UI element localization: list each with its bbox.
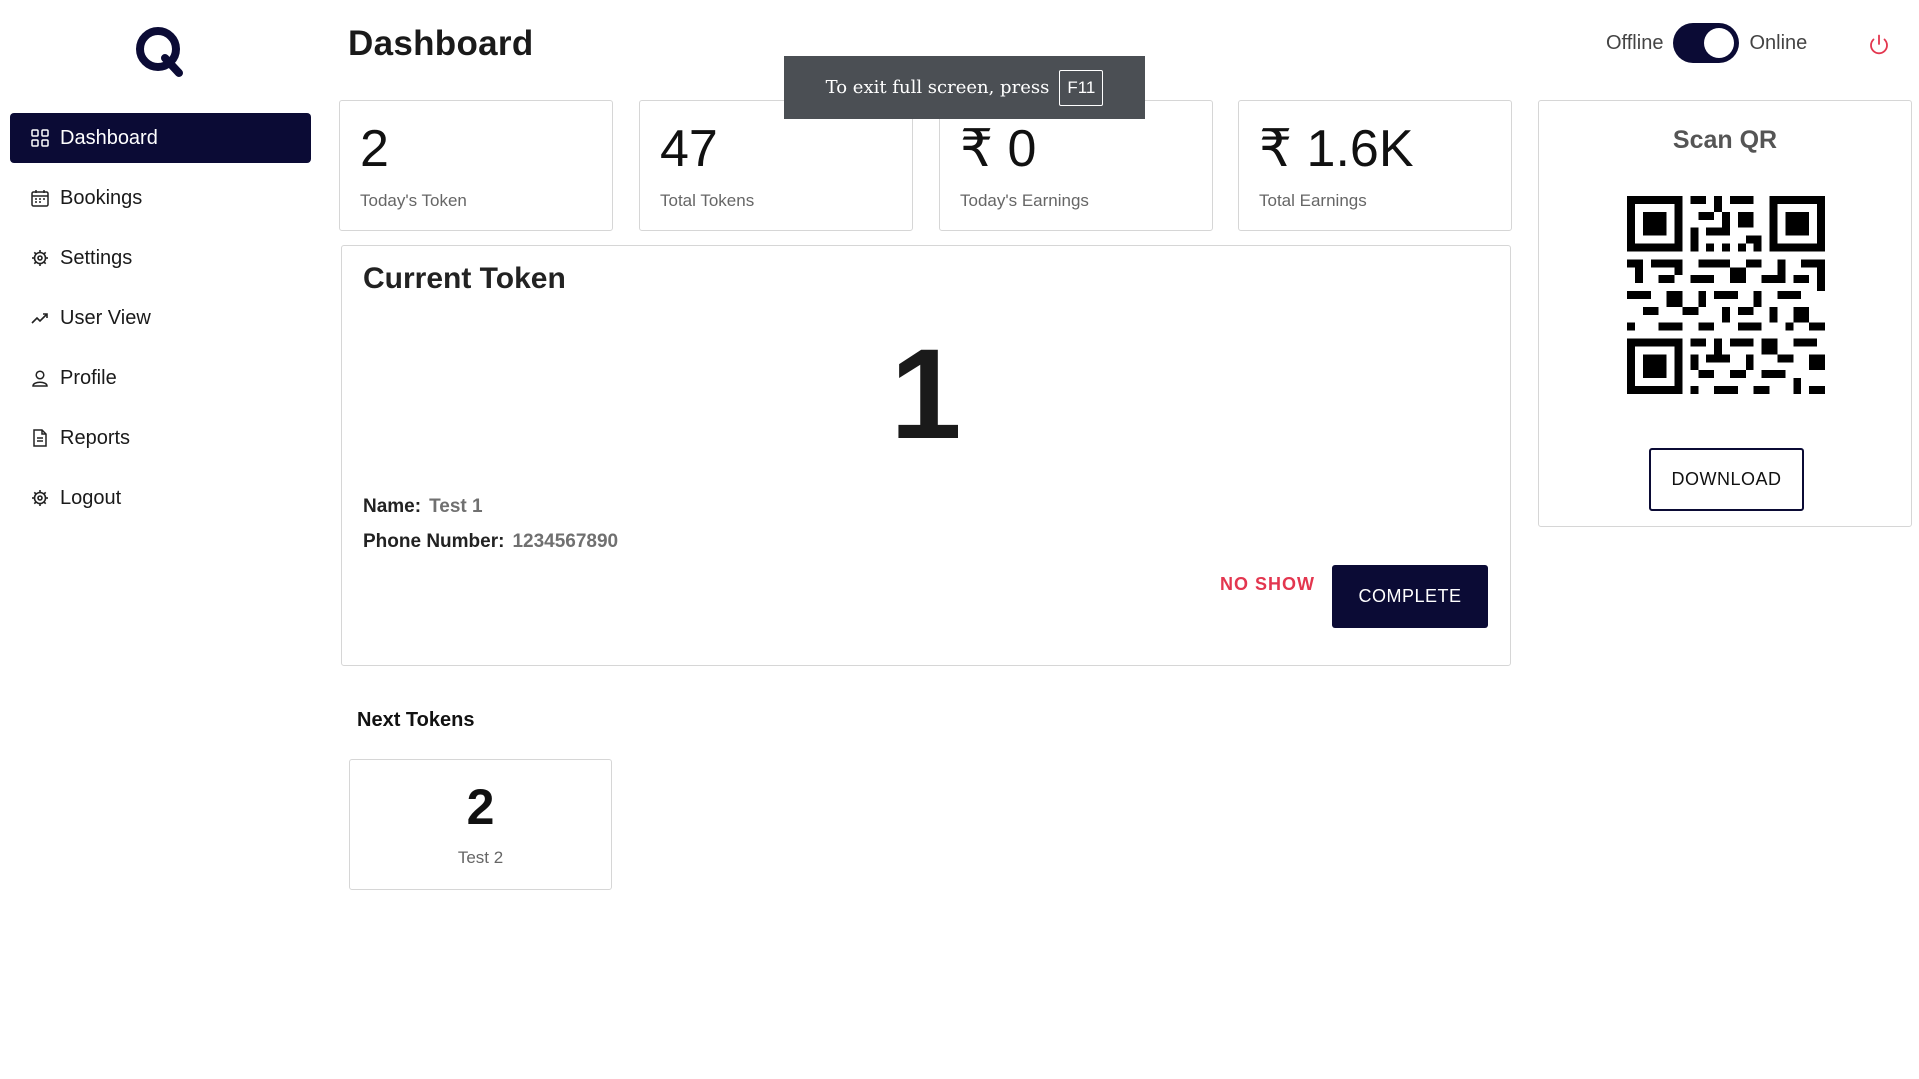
next-token-number: 2 bbox=[466, 779, 495, 835]
phone-label: Phone Number: bbox=[363, 531, 505, 552]
no-show-button[interactable]: NO SHOW bbox=[1220, 564, 1315, 604]
user-icon bbox=[30, 368, 50, 388]
next-token-card[interactable]: 2 Test 2 bbox=[349, 759, 612, 890]
sidebar-item-label: User View bbox=[60, 306, 151, 329]
switch-knob bbox=[1704, 28, 1735, 58]
offline-label: Offline bbox=[1606, 31, 1664, 54]
online-switch[interactable] bbox=[1673, 23, 1740, 63]
gear-icon bbox=[30, 488, 50, 508]
current-token-number: 1 bbox=[890, 323, 962, 466]
trending-up-icon bbox=[30, 308, 50, 328]
sidebar-item-label: Settings bbox=[60, 246, 133, 269]
phone-value: 1234567890 bbox=[512, 531, 619, 552]
sidebar-item-logout[interactable]: Logout bbox=[10, 473, 311, 523]
sidebar-item-label: Profile bbox=[60, 366, 117, 389]
sidebar-item-label: Bookings bbox=[60, 186, 143, 209]
current-token-title: Current Token bbox=[363, 262, 566, 295]
sidebar-item-user-view[interactable]: User View bbox=[10, 293, 311, 343]
sidebar-item-reports[interactable]: Reports bbox=[10, 413, 311, 463]
sidebar-nav: Dashboard Bookings Settings User View Pr… bbox=[10, 113, 311, 533]
qr-code bbox=[1627, 196, 1825, 394]
current-token-card: Current Token 1 Name: Test 1 Phone Number… bbox=[341, 245, 1511, 666]
online-label: Online bbox=[1749, 31, 1808, 54]
download-button[interactable]: DOWNLOAD bbox=[1649, 448, 1804, 511]
page-title: Dashboard bbox=[348, 24, 534, 63]
next-token-name: Test 2 bbox=[457, 848, 504, 867]
stat-card-total-earnings: ₹ 1.6K Total Earnings bbox=[1238, 100, 1512, 231]
stat-label: Total Earnings bbox=[1259, 191, 1367, 210]
stat-card-total-tokens: 47 Total Tokens bbox=[639, 100, 913, 231]
stat-value: ₹ 1.6K bbox=[1259, 120, 1414, 178]
file-icon bbox=[30, 428, 50, 448]
next-tokens-title: Next Tokens bbox=[357, 709, 475, 731]
toast-key: F11 bbox=[1059, 69, 1104, 106]
stat-card-todays-token: 2 Today's Token bbox=[339, 100, 613, 231]
stat-value: 2 bbox=[360, 120, 389, 178]
gear-icon bbox=[30, 248, 50, 268]
complete-button[interactable]: COMPLETE bbox=[1332, 565, 1488, 628]
toast-text: To exit full screen, press bbox=[825, 77, 1050, 98]
sidebar-item-label: Logout bbox=[60, 486, 122, 509]
stat-label: Today's Earnings bbox=[960, 191, 1089, 210]
calendar-icon bbox=[30, 188, 50, 208]
name-row: Name: Test 1 bbox=[363, 496, 483, 518]
stat-label: Total Tokens bbox=[660, 191, 755, 210]
name-label: Name: bbox=[363, 496, 422, 517]
stat-value: 47 bbox=[660, 120, 718, 178]
app-logo bbox=[136, 27, 183, 77]
sidebar-item-dashboard[interactable]: Dashboard bbox=[10, 113, 311, 163]
stat-value: ₹ 0 bbox=[960, 120, 1037, 178]
sidebar-item-settings[interactable]: Settings bbox=[10, 233, 311, 283]
sidebar-item-profile[interactable]: Profile bbox=[10, 353, 311, 403]
qr-card: Scan QR DOWNLOAD bbox=[1538, 100, 1912, 527]
stat-card-todays-earnings: ₹ 0 Today's Earnings bbox=[939, 100, 1213, 231]
sidebar-item-label: Dashboard bbox=[60, 126, 158, 149]
power-icon[interactable] bbox=[1867, 33, 1891, 57]
phone-row: Phone Number: 1234567890 bbox=[363, 531, 618, 553]
sidebar-item-label: Reports bbox=[60, 426, 131, 449]
qr-title: Scan QR bbox=[1672, 126, 1778, 154]
grid-icon bbox=[30, 128, 50, 148]
stat-label: Today's Token bbox=[360, 191, 467, 210]
fullscreen-toast: To exit full screen, press F11 bbox=[784, 56, 1145, 119]
online-status-toggle: Offline Online bbox=[1606, 20, 1807, 66]
name-value: Test 1 bbox=[429, 496, 483, 517]
sidebar-item-bookings[interactable]: Bookings bbox=[10, 173, 311, 223]
